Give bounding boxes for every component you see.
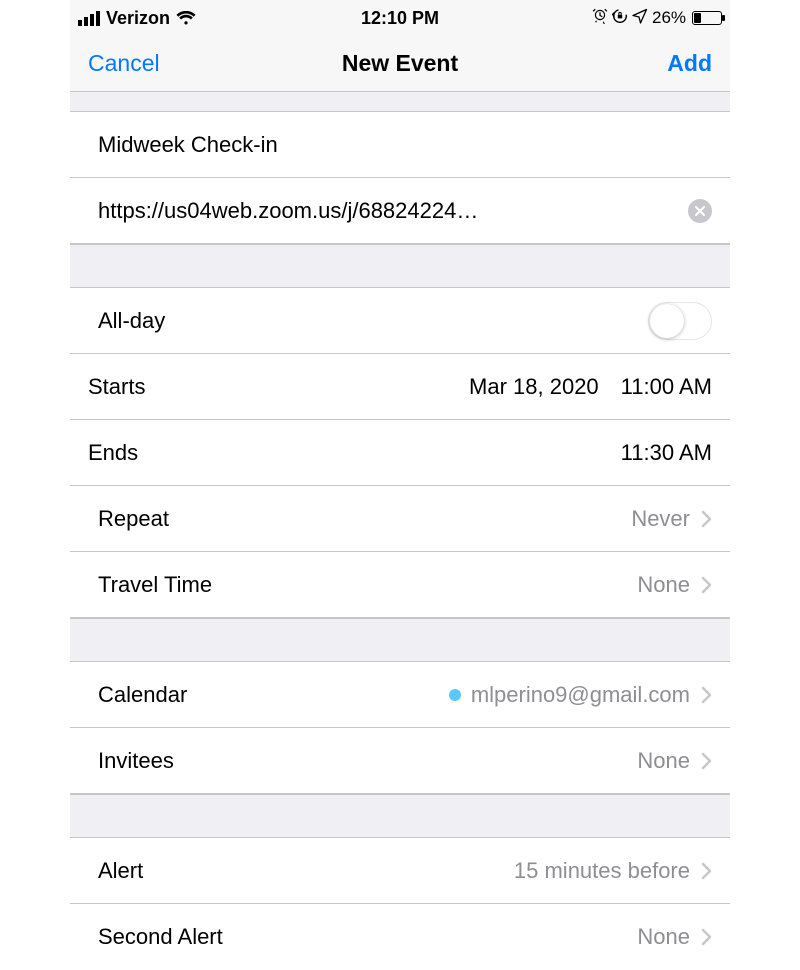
nav-bar: Cancel New Event Add (70, 36, 730, 92)
calendar-value: mlperino9@gmail.com (471, 682, 690, 708)
starts-row[interactable]: Starts Mar 18, 2020 11:00 AM (70, 354, 730, 420)
ends-label: Ends (88, 440, 138, 466)
starts-time: 11:00 AM (621, 374, 712, 400)
clear-location-button[interactable] (688, 199, 712, 223)
add-button[interactable]: Add (667, 50, 712, 76)
all-day-toggle[interactable] (648, 302, 712, 340)
alert-row[interactable]: Alert 15 minutes before (70, 838, 730, 904)
chevron-right-icon (700, 752, 712, 770)
calendar-label: Calendar (98, 682, 187, 708)
status-bar: Verizon 12:10 PM 26% (70, 0, 730, 36)
battery-icon (692, 11, 722, 25)
chevron-right-icon (700, 510, 712, 528)
chevron-right-icon (700, 686, 712, 704)
all-day-label: All-day (98, 308, 165, 334)
carrier-label: Verizon (106, 8, 170, 29)
alarm-icon (592, 8, 608, 29)
battery-pct: 26% (652, 8, 686, 28)
alert-label: Alert (98, 858, 143, 884)
chevron-right-icon (700, 576, 712, 594)
status-left: Verizon (78, 8, 293, 29)
invitees-label: Invitees (98, 748, 174, 774)
chevron-right-icon (700, 928, 712, 946)
signal-icon (78, 11, 100, 26)
starts-date: Mar 18, 2020 (469, 374, 599, 400)
ends-time: 11:30 AM (621, 440, 712, 466)
event-location-input[interactable]: https://us04web.zoom.us/j/68824224… (98, 198, 676, 224)
second-alert-row[interactable]: Second Alert None (70, 904, 730, 970)
starts-label: Starts (88, 374, 145, 400)
travel-time-value: None (637, 572, 690, 598)
repeat-label: Repeat (98, 506, 169, 532)
status-time: 12:10 PM (293, 8, 508, 29)
section-gap (70, 618, 730, 662)
new-event-screen: Verizon 12:10 PM 26% Cancel New Event Ad… (70, 0, 730, 970)
cancel-button[interactable]: Cancel (88, 50, 160, 76)
chevron-right-icon (700, 862, 712, 880)
section-gap (70, 794, 730, 838)
section-gap (70, 244, 730, 288)
location-row[interactable]: https://us04web.zoom.us/j/68824224… (70, 178, 730, 244)
second-alert-value: None (637, 924, 690, 950)
event-title-input[interactable] (98, 132, 712, 158)
status-right: 26% (507, 8, 722, 29)
section-gap (70, 92, 730, 112)
repeat-value: Never (631, 506, 690, 532)
calendar-row[interactable]: Calendar mlperino9@gmail.com (70, 662, 730, 728)
orientation-lock-icon (612, 8, 628, 29)
invitees-value: None (637, 748, 690, 774)
invitees-row[interactable]: Invitees None (70, 728, 730, 794)
nav-title: New Event (283, 50, 517, 77)
calendar-color-dot-icon (449, 689, 461, 701)
location-icon (632, 8, 648, 29)
alert-value: 15 minutes before (514, 858, 690, 884)
repeat-row[interactable]: Repeat Never (70, 486, 730, 552)
wifi-icon (176, 11, 196, 26)
travel-time-label: Travel Time (98, 572, 212, 598)
second-alert-label: Second Alert (98, 924, 223, 950)
ends-row[interactable]: Ends 11:30 AM (70, 420, 730, 486)
title-row[interactable] (70, 112, 730, 178)
all-day-row: All-day (70, 288, 730, 354)
travel-time-row[interactable]: Travel Time None (70, 552, 730, 618)
